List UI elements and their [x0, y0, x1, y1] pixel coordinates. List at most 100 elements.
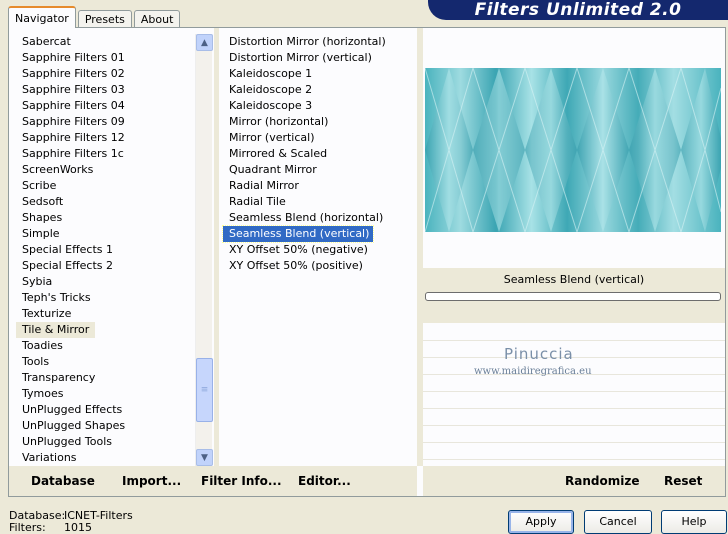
app-banner: Filters Unlimited 2.0: [428, 0, 728, 20]
filter-item-label: Kaleidoscope 2: [229, 83, 313, 96]
randomize-button[interactable]: Randomize: [565, 474, 639, 488]
category-item[interactable]: ScreenWorks: [16, 162, 202, 178]
category-item-label: Tools: [22, 355, 50, 368]
filter-item-label: Mirrored & Scaled: [229, 147, 328, 160]
scroll-up-button[interactable]: ▲: [196, 34, 213, 51]
category-item-label: Special Effects 2: [22, 259, 114, 272]
filter-item[interactable]: Kaleidoscope 3: [223, 98, 417, 114]
preview-pattern: [425, 68, 721, 232]
filter-item-label: Kaleidoscope 1: [229, 67, 313, 80]
category-item[interactable]: Sapphire Filters 02: [16, 66, 202, 82]
banner-title: Filters Unlimited 2.0: [474, 0, 682, 20]
help-button[interactable]: Help: [661, 510, 727, 534]
filter-item-label: Distortion Mirror (horizontal): [229, 35, 386, 48]
category-item[interactable]: Sedsoft: [16, 194, 202, 210]
grip-icon: ≡: [200, 385, 209, 395]
watermark-url: www.maidiregrafica.eu: [474, 366, 592, 377]
category-item-label: Variations: [22, 451, 77, 464]
apply-button[interactable]: Apply: [508, 510, 574, 534]
category-item-label: Sapphire Filters 03: [22, 83, 125, 96]
category-item[interactable]: Sapphire Filters 03: [16, 82, 202, 98]
category-item-label: UnPlugged Shapes: [22, 419, 126, 432]
category-item[interactable]: Special Effects 2: [16, 258, 202, 274]
filter-item[interactable]: Radial Tile: [223, 194, 417, 210]
category-item[interactable]: Special Effects 1: [16, 242, 202, 258]
filter-item-label: Kaleidoscope 3: [229, 99, 313, 112]
tab-about[interactable]: About: [133, 10, 181, 28]
editor-button[interactable]: Editor...: [298, 474, 351, 488]
category-item-label: ScreenWorks: [22, 163, 94, 176]
filter-item[interactable]: Distortion Mirror (vertical): [223, 50, 417, 66]
category-item[interactable]: Transparency: [16, 370, 202, 386]
filter-item[interactable]: Mirrored & Scaled: [223, 146, 417, 162]
category-item[interactable]: Sapphire Filters 1c: [16, 146, 202, 162]
category-item-label: Sabercat: [22, 35, 71, 48]
category-item-label: Scribe: [22, 179, 57, 192]
category-item-label: Toadies: [22, 339, 63, 352]
right-toolbar: Randomize Reset: [423, 466, 725, 496]
category-item[interactable]: Tymoes: [16, 386, 202, 402]
category-item[interactable]: Sybia: [16, 274, 202, 290]
category-item-label: Transparency: [22, 371, 96, 384]
category-item[interactable]: UnPlugged Shapes: [16, 418, 202, 434]
category-item-label: Shapes: [22, 211, 63, 224]
filter-item[interactable]: Kaleidoscope 1: [223, 66, 417, 82]
category-item[interactable]: Sapphire Filters 01: [16, 50, 202, 66]
parameter-area: [423, 324, 725, 460]
filter-item-label: XY Offset 50% (positive): [229, 259, 363, 272]
tab-presets[interactable]: Presets: [77, 10, 132, 28]
category-item[interactable]: Variations: [16, 450, 202, 466]
filter-item[interactable]: Mirror (vertical): [223, 130, 417, 146]
category-item[interactable]: Teph's Tricks: [16, 290, 202, 306]
category-item[interactable]: Shapes: [16, 210, 202, 226]
navigator-panel: Sabercat Sapphire Filters 01 Sapphire Filt…: [8, 27, 726, 497]
filter-item-label: Seamless Blend (vertical): [221, 225, 375, 243]
scroll-down-button[interactable]: ▼: [196, 449, 213, 466]
category-item-label: Sapphire Filters 1c: [22, 147, 124, 160]
filter-info-button[interactable]: Filter Info...: [201, 474, 282, 488]
category-list[interactable]: Sabercat Sapphire Filters 01 Sapphire Filt…: [16, 34, 202, 466]
category-item[interactable]: Sabercat: [16, 34, 202, 50]
filter-list[interactable]: Distortion Mirror (horizontal) Distortion…: [221, 34, 417, 274]
category-item[interactable]: Toadies: [16, 338, 202, 354]
cancel-button[interactable]: Cancel: [584, 510, 652, 534]
chevron-up-icon: ▲: [201, 37, 208, 48]
tab-navigator[interactable]: Navigator: [8, 6, 76, 28]
category-scrollbar[interactable]: ▲ ≡ ▼: [195, 34, 213, 466]
filter-item[interactable]: Kaleidoscope 2: [223, 82, 417, 98]
category-item[interactable]: UnPlugged Tools: [16, 434, 202, 450]
category-item-label: Sedsoft: [22, 195, 64, 208]
scroll-thumb[interactable]: ≡: [196, 358, 213, 422]
tab-strip: Navigator Presets About: [8, 6, 182, 28]
filter-item[interactable]: Seamless Blend (vertical): [221, 225, 417, 243]
category-item[interactable]: Scribe: [16, 178, 202, 194]
filter-item[interactable]: Radial Mirror: [223, 178, 417, 194]
filter-item[interactable]: Seamless Blend (horizontal): [223, 210, 417, 226]
category-item[interactable]: Sapphire Filters 04: [16, 98, 202, 114]
filter-item[interactable]: Mirror (horizontal): [223, 114, 417, 130]
category-item[interactable]: Tools: [16, 354, 202, 370]
category-item[interactable]: UnPlugged Effects: [16, 402, 202, 418]
filter-item-label: Mirror (horizontal): [229, 115, 329, 128]
category-item-label: Simple: [22, 227, 60, 240]
database-button[interactable]: Database: [31, 474, 95, 488]
preview-caption: Seamless Blend (vertical): [503, 273, 645, 286]
category-item-label: Sybia: [22, 275, 53, 288]
filter-item[interactable]: XY Offset 50% (negative): [223, 242, 417, 258]
filter-item[interactable]: Quadrant Mirror: [223, 162, 417, 178]
category-item-label: Special Effects 1: [22, 243, 114, 256]
category-item[interactable]: Simple: [16, 226, 202, 242]
filter-item-label: Seamless Blend (horizontal): [229, 211, 384, 224]
category-item[interactable]: Texturize: [16, 306, 202, 322]
filter-item[interactable]: Distortion Mirror (horizontal): [223, 34, 417, 50]
category-item[interactable]: Sapphire Filters 12: [16, 130, 202, 146]
database-info: Database:ICNET-Filters Filters: 1015: [9, 510, 133, 534]
filter-item[interactable]: XY Offset 50% (positive): [223, 258, 417, 274]
filter-item-label: Distortion Mirror (vertical): [229, 51, 372, 64]
reset-button[interactable]: Reset: [664, 474, 702, 488]
import-button[interactable]: Import...: [122, 474, 181, 488]
category-item-label: Tymoes: [22, 387, 64, 400]
category-item[interactable]: Tile & Mirror: [16, 322, 202, 338]
category-item[interactable]: Sapphire Filters 09: [16, 114, 202, 130]
filter-item-label: Mirror (vertical): [229, 131, 315, 144]
